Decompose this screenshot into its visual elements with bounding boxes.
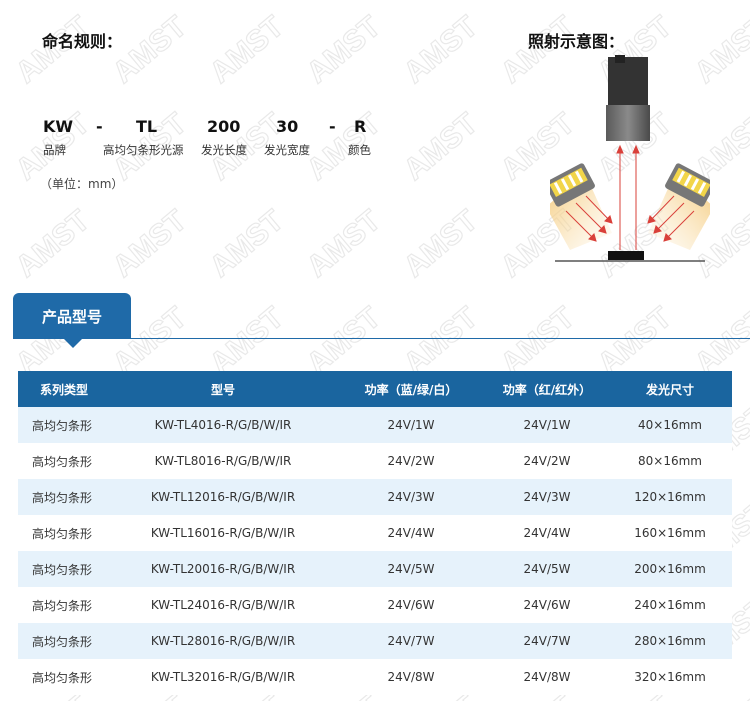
header-size: 发光尺寸 xyxy=(608,371,732,407)
header-model: 型号 xyxy=(110,371,336,407)
code-series-desc: 高均匀条形光源 xyxy=(103,143,184,157)
illumination-diagram xyxy=(550,55,710,262)
code-width-desc: 发光宽度 xyxy=(264,143,310,157)
camera-view-arrows xyxy=(616,144,640,250)
diagram-title: 照射示意图： xyxy=(528,32,625,51)
cell-model: KW-TL32016-R/G/B/W/IR xyxy=(110,659,336,695)
cell-power-bgw: 24V/5W xyxy=(336,551,486,587)
cell-model: KW-TL24016-R/G/B/W/IR xyxy=(110,587,336,623)
cell-power-rir: 24V/4W xyxy=(486,515,608,551)
cell-size: 200×16mm xyxy=(608,551,732,587)
table-row: 高均匀条形 KW-TL8016-R/G/B/W/IR 24V/2W 24V/2W 80×… xyxy=(18,443,732,479)
cell-series: 高均匀条形 xyxy=(18,407,110,443)
cell-power-rir: 24V/8W xyxy=(486,659,608,695)
cell-series: 高均匀条形 xyxy=(18,659,110,695)
cell-size: 120×16mm xyxy=(608,479,732,515)
cell-size: 240×16mm xyxy=(608,587,732,623)
cell-power-rir: 24V/7W xyxy=(486,623,608,659)
code-brand: KW xyxy=(43,117,74,136)
cell-power-rir: 24V/5W xyxy=(486,551,608,587)
cell-power-bgw: 24V/8W xyxy=(336,659,486,695)
cell-series: 高均匀条形 xyxy=(18,479,110,515)
cell-model: KW-TL16016-R/G/B/W/IR xyxy=(110,515,336,551)
cell-model: KW-TL20016-R/G/B/W/IR xyxy=(110,551,336,587)
cell-size: 280×16mm xyxy=(608,623,732,659)
right-bar-light-icon xyxy=(647,163,710,250)
left-bar-light-icon xyxy=(550,163,613,250)
naming-rule-title: 命名规则： xyxy=(42,32,123,51)
cell-power-rir: 24V/2W xyxy=(486,443,608,479)
table-row: 高均匀条形 KW-TL20016-R/G/B/W/IR 24V/5W 24V/5W 20… xyxy=(18,551,732,587)
cell-series: 高均匀条形 xyxy=(18,551,110,587)
cell-power-bgw: 24V/1W xyxy=(336,407,486,443)
header-power-bgw: 功率（蓝/绿/白） xyxy=(336,371,486,407)
code-series: TL xyxy=(136,117,158,136)
code-brand-desc: 品牌 xyxy=(43,143,66,157)
cell-model: KW-TL8016-R/G/B/W/IR xyxy=(110,443,336,479)
cell-power-bgw: 24V/6W xyxy=(336,587,486,623)
cell-size: 160×16mm xyxy=(608,515,732,551)
header-power-rir: 功率（红/红外） xyxy=(486,371,608,407)
table-header-row: 系列类型 型号 功率（蓝/绿/白） 功率（红/红外） 发光尺寸 xyxy=(18,371,732,407)
cell-power-rir: 24V/6W xyxy=(486,587,608,623)
cell-power-bgw: 24V/2W xyxy=(336,443,486,479)
tab-pointer xyxy=(64,339,82,348)
table-row: 高均匀条形 KW-TL4016-R/G/B/W/IR 24V/1W 24V/1W 40×… xyxy=(18,407,732,443)
cell-power-bgw: 24V/4W xyxy=(336,515,486,551)
table-row: 高均匀条形 KW-TL12016-R/G/B/W/IR 24V/3W 24V/3W 12… xyxy=(18,479,732,515)
unit-note: （单位：mm） xyxy=(40,177,124,191)
table-row: 高均匀条形 KW-TL28016-R/G/B/W/IR 24V/7W 24V/7W 28… xyxy=(18,623,732,659)
code-separator: - xyxy=(329,117,336,136)
camera-icon xyxy=(606,55,650,141)
header-series: 系列类型 xyxy=(18,371,110,407)
cell-model: KW-TL4016-R/G/B/W/IR xyxy=(110,407,336,443)
cell-model: KW-TL12016-R/G/B/W/IR xyxy=(110,479,336,515)
code-color: R xyxy=(354,117,367,136)
code-color-desc: 颜色 xyxy=(348,143,371,157)
cell-series: 高均匀条形 xyxy=(18,515,110,551)
cell-power-rir: 24V/3W xyxy=(486,479,608,515)
cell-power-bgw: 24V/7W xyxy=(336,623,486,659)
cell-size: 80×16mm xyxy=(608,443,732,479)
product-spec-table: 系列类型 型号 功率（蓝/绿/白） 功率（红/红外） 发光尺寸 高均匀条形 KW-… xyxy=(18,371,732,695)
cell-series: 高均匀条形 xyxy=(18,587,110,623)
cell-series: 高均匀条形 xyxy=(18,623,110,659)
cell-model: KW-TL28016-R/G/B/W/IR xyxy=(110,623,336,659)
code-separator: - xyxy=(96,117,103,136)
cell-power-rir: 24V/1W xyxy=(486,407,608,443)
cell-size: 320×16mm xyxy=(608,659,732,695)
table-row: 高均匀条形 KW-TL24016-R/G/B/W/IR 24V/6W 24V/6W 24… xyxy=(18,587,732,623)
code-width: 30 xyxy=(276,117,299,136)
table-row: 高均匀条形 KW-TL16016-R/G/B/W/IR 24V/4W 24V/4W 16… xyxy=(18,515,732,551)
code-length: 200 xyxy=(207,117,241,136)
target-object xyxy=(608,251,644,260)
cell-size: 40×16mm xyxy=(608,407,732,443)
code-length-desc: 发光长度 xyxy=(201,143,247,157)
tab-product-models[interactable]: 产品型号 xyxy=(13,293,131,339)
cell-power-bgw: 24V/3W xyxy=(336,479,486,515)
cell-series: 高均匀条形 xyxy=(18,443,110,479)
table-row: 高均匀条形 KW-TL32016-R/G/B/W/IR 24V/8W 24V/8W 32… xyxy=(18,659,732,695)
